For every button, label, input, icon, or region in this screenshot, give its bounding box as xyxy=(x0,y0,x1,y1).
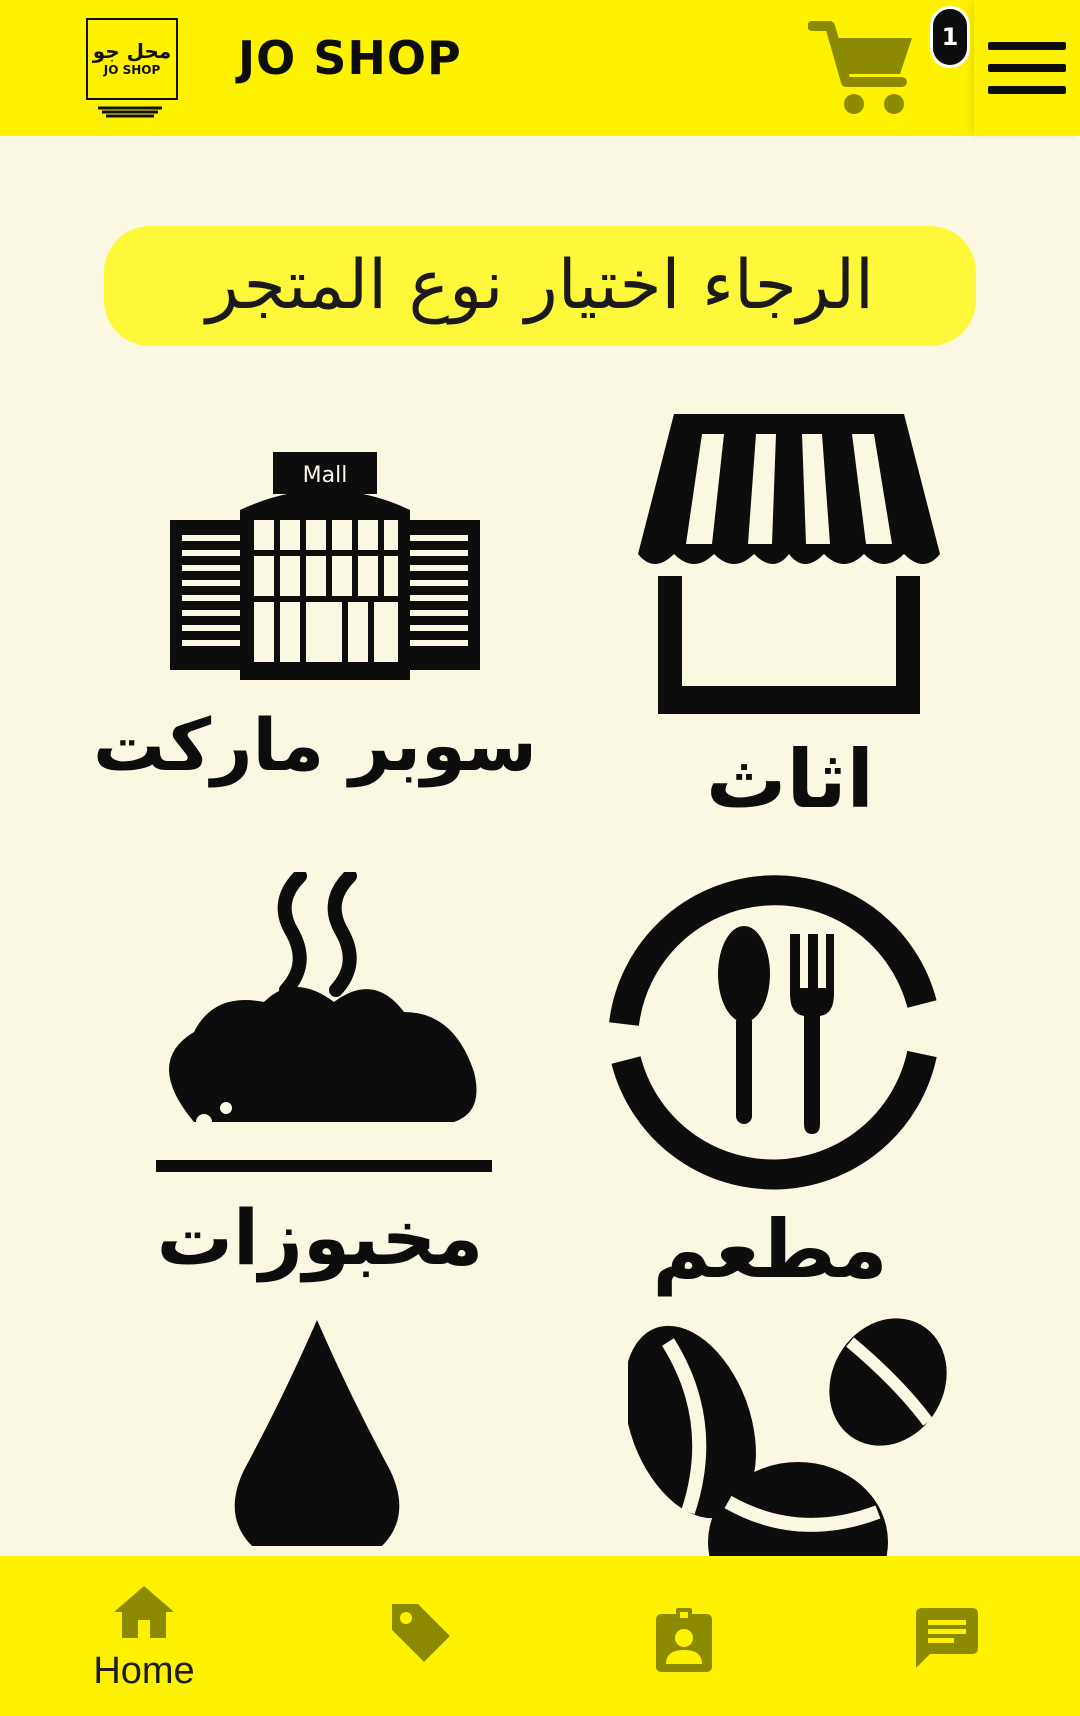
category-furniture[interactable] xyxy=(638,414,940,714)
top-app-bar: محل جو JO SHOP JO SHOP 1 xyxy=(0,0,1080,136)
drop-icon xyxy=(234,1320,400,1546)
menu-line-icon xyxy=(988,86,1066,94)
nav-home[interactable]: Home xyxy=(44,1556,244,1716)
nav-messages[interactable] xyxy=(910,1556,1020,1716)
tag-icon xyxy=(392,1604,450,1662)
category-label-supermarket[interactable]: سوبر ماركت xyxy=(90,700,540,790)
restaurant-icon xyxy=(609,875,937,1190)
store-type-prompt-banner: الرجاء اختيار نوع المتجر xyxy=(104,226,976,346)
contact-badge-icon xyxy=(656,1608,712,1672)
category-label-restaurant[interactable]: مطعم xyxy=(620,1200,920,1300)
cart-icon[interactable] xyxy=(808,16,920,120)
category-bakery[interactable] xyxy=(154,872,494,1180)
menu-line-icon xyxy=(988,64,1066,72)
cart-count-badge: 1 xyxy=(930,6,970,68)
store-type-prompt-text: الرجاء اختيار نوع المتجر xyxy=(206,246,874,325)
category-coffee[interactable] xyxy=(628,1312,948,1556)
category-restaurant[interactable] xyxy=(604,864,944,1204)
mall-icon: Mall xyxy=(170,452,480,680)
nav-profile[interactable] xyxy=(640,1556,750,1716)
nav-offers[interactable] xyxy=(380,1556,490,1716)
home-icon xyxy=(114,1586,174,1638)
bread-icon xyxy=(156,872,492,1172)
category-supermarket[interactable]: Mall xyxy=(170,440,480,700)
logo-english-text: JO SHOP xyxy=(103,63,161,77)
storefront-icon xyxy=(638,414,940,714)
brand-title: JO SHOP xyxy=(238,31,462,85)
nav-home-label: Home xyxy=(93,1650,195,1692)
coffee-beans-icon xyxy=(628,1318,947,1556)
category-label-bakery[interactable]: مخبوزات xyxy=(120,1188,520,1288)
hamburger-menu-button[interactable] xyxy=(974,0,1080,136)
category-label-furniture[interactable]: اثاث xyxy=(640,730,940,830)
bottom-navigation-bar: Home xyxy=(0,1556,1080,1716)
logo-arabic-text: محل جو xyxy=(92,39,172,63)
logo-scribble-decoration xyxy=(98,106,162,118)
menu-line-icon xyxy=(988,42,1066,50)
category-water[interactable] xyxy=(232,1320,402,1556)
logo[interactable]: محل جو JO SHOP xyxy=(86,18,178,100)
chat-icon xyxy=(916,1608,978,1668)
mall-sign-text: Mall xyxy=(303,463,348,488)
